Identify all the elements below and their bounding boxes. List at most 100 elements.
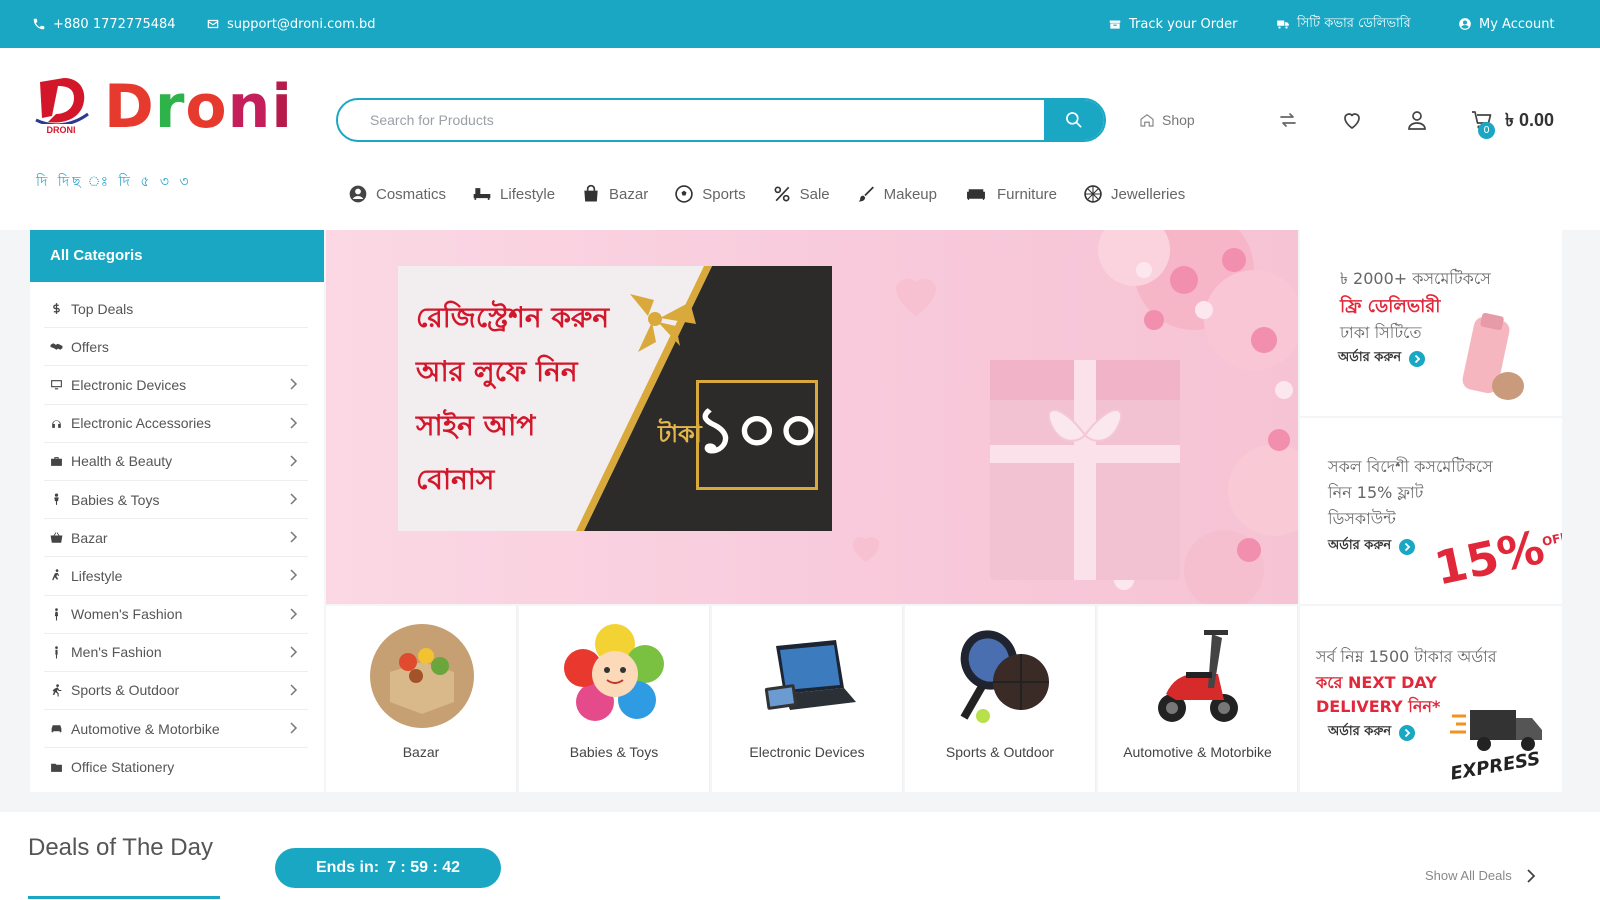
sidebar-item-label: Sports & Outdoor [71, 682, 180, 699]
show-all-deals-link[interactable]: Show All Deals [1425, 868, 1536, 883]
sidebar-item-label: Bazar [71, 529, 108, 546]
banner-line-2: আর লুফে নিন [416, 355, 578, 388]
mail-icon [207, 19, 219, 29]
my-account-link[interactable]: My Account [1458, 0, 1555, 48]
email-contact[interactable]: support@droni.com.bd [206, 0, 376, 48]
sidebar-item-label: Electronic Accessories [71, 415, 212, 432]
chevron-right-icon [290, 684, 298, 696]
laptop-image [764, 640, 856, 710]
tile-automotive-motorbike[interactable]: Automotive & Motorbike [1098, 606, 1298, 792]
search-input[interactable] [338, 100, 1038, 140]
nav-bazar[interactable]: Bazar [581, 184, 648, 204]
nav-lifestyle[interactable]: Lifestyle [472, 184, 555, 204]
nav-label: Makeup [883, 185, 937, 203]
promo-order-button[interactable]: অর্ডার করুন [1338, 348, 1426, 369]
promo-line: ৳ 2000+ কসমেটিকসে [1340, 269, 1491, 288]
sidebar-item-top-deals[interactable]: Top Deals [44, 290, 308, 329]
sidebar-item-electronic-accessories[interactable]: Electronic Accessories [44, 405, 308, 443]
tile-bazar[interactable]: Bazar [326, 606, 517, 792]
tile-label: Bazar [402, 744, 440, 760]
sidebar-item-bazar[interactable]: Bazar [44, 519, 308, 558]
track-order-label: Track your Order [1129, 16, 1238, 32]
nav-cosmatics[interactable]: Cosmatics [348, 184, 446, 204]
nav-jewelleries[interactable]: Jewelleries [1083, 184, 1185, 204]
percent-icon [774, 186, 790, 202]
discount-badge-value: 15% [1429, 519, 1549, 596]
cart-count-badge: 0 [1478, 122, 1495, 139]
sidebar-item-label: Health & Beauty [71, 453, 173, 470]
soccer-ball-icon [675, 185, 693, 203]
nav-label: Sports [702, 185, 746, 203]
chevron-right-icon [290, 378, 298, 390]
chevron-right-icon [1527, 868, 1535, 883]
city-delivery-link[interactable]: সিটি কভার ডেলিভারি [1276, 0, 1411, 48]
promo-order-button[interactable]: অর্ডার করুন [1328, 536, 1416, 557]
account-button[interactable] [1405, 106, 1429, 134]
discount-badge-sub: OFF [1540, 529, 1562, 549]
lounge-chair-icon [473, 188, 491, 200]
arrow-circle-icon [1409, 350, 1426, 367]
nav-sports[interactable]: Sports [674, 184, 746, 204]
sidebar-item-office-stationery[interactable]: Office Stationery [44, 748, 308, 786]
nav-makeup[interactable]: Makeup [856, 184, 937, 204]
sports-equipment-image [960, 630, 1049, 723]
nav-label: Jewelleries [1111, 185, 1186, 203]
chevron-right-icon [290, 531, 298, 543]
nav-sale[interactable]: Sale [772, 184, 830, 204]
wishlist-button[interactable] [1340, 106, 1364, 134]
sidebar-item-womens-fashion[interactable]: Women's Fashion [44, 596, 308, 634]
promo-free-delivery[interactable]: ৳ 2000+ কসমেটিকসে ফ্রি ডেলিভারী ঢাকা সিট… [1300, 230, 1562, 416]
tile-sports-outdoor[interactable]: Sports & Outdoor [905, 606, 1096, 792]
sidebar-item-sports-outdoor[interactable]: Sports & Outdoor [44, 672, 308, 711]
sidebar-item-electronic-devices[interactable]: Electronic Devices [44, 366, 308, 405]
banner-line-3: সাইন আপ [416, 409, 536, 442]
promo-order-button[interactable]: অর্ডার করুন [1328, 722, 1416, 743]
signup-bonus-card[interactable]: রেজিস্ট্রেশন করুন আর লুফে নিন সাইন আপ বো… [398, 266, 832, 531]
search-button[interactable] [1044, 100, 1104, 140]
user-circle-icon [349, 185, 367, 203]
sidebar-item-label: Women's Fashion [71, 606, 183, 623]
gem-icon [1084, 185, 1102, 203]
chevron-right-icon [290, 646, 298, 658]
heart-icon [1344, 113, 1360, 130]
logo-mark: DRONI [35, 78, 89, 135]
promo-line: নিন 15% ফ্লাট [1328, 483, 1424, 502]
banner-line-1: রেজিস্ট্রেশন করুন [416, 301, 610, 334]
arrow-circle-icon [1399, 538, 1416, 555]
track-order-link[interactable]: Track your Order [1108, 0, 1237, 48]
chevron-right-icon [290, 417, 298, 429]
sidebar-item-automotive-motorbike[interactable]: Automotive & Motorbike [44, 710, 308, 749]
promo-highlight: করে NEXT DAY [1316, 673, 1437, 692]
droni-logo[interactable]: DRONI Droni দি দিছ ঃ দি ৫ ৩ ৩ [32, 72, 302, 190]
shopping-bag-icon [584, 184, 598, 202]
sidebar-item-lifestyle[interactable]: Lifestyle [44, 557, 308, 596]
category-nav: Cosmatics Lifestyle Bazar Sports Sale Ma… [348, 178, 1185, 210]
compare-button[interactable] [1276, 106, 1300, 134]
promo-flat-discount[interactable]: সকল বিদেশী কসমেটিকসে নিন 15% ফ্লাট ডিসকা… [1300, 418, 1562, 604]
tile-electronic-devices[interactable]: Electronic Devices [712, 606, 903, 792]
promo-line: সকল বিদেশী কসমেটিকসে [1328, 457, 1493, 476]
order-label: অর্ডার করুন [1328, 538, 1392, 553]
nav-label: Cosmatics [376, 185, 447, 203]
countdown-value: 7 : 59 : 42 [387, 859, 461, 876]
car-icon [51, 725, 62, 733]
promo-highlight: DELIVERY নিন* [1316, 697, 1441, 716]
hero-banner[interactable]: রেজিস্ট্রেশন করুন আর লুফে নিন সাইন আপ বো… [326, 230, 1298, 604]
nav-label: Sale [799, 185, 830, 203]
promo-highlight: ফ্রি ডেলিভারী [1340, 296, 1441, 317]
tile-babies-toys[interactable]: Babies & Toys [519, 606, 710, 792]
sidebar-item-offers[interactable]: Offers [44, 328, 308, 367]
cosmetic-tube-image [1462, 312, 1524, 400]
nav-furniture[interactable]: Furniture [963, 184, 1057, 204]
sidebar-item-mens-fashion[interactable]: Men's Fashion [44, 634, 308, 672]
nav-label: Bazar [609, 185, 649, 203]
sidebar-item-label: Offers [71, 338, 109, 355]
chevron-right-icon [290, 455, 298, 467]
promo-next-day-delivery[interactable]: সর্ব নিম্ন 1500 টাকার অর্ডার করে NEXT DA… [1300, 606, 1562, 792]
phone-contact[interactable]: +880 1772775484 [32, 0, 176, 48]
sidebar-item-health-beauty[interactable]: Health & Beauty [44, 443, 308, 481]
sidebar-item-babies-toys[interactable]: Babies & Toys [44, 481, 308, 520]
shop-link[interactable]: Shop [1138, 106, 1195, 134]
folder-icon [51, 763, 62, 772]
city-delivery-label: সিটি কভার ডেলিভারি [1297, 15, 1411, 31]
